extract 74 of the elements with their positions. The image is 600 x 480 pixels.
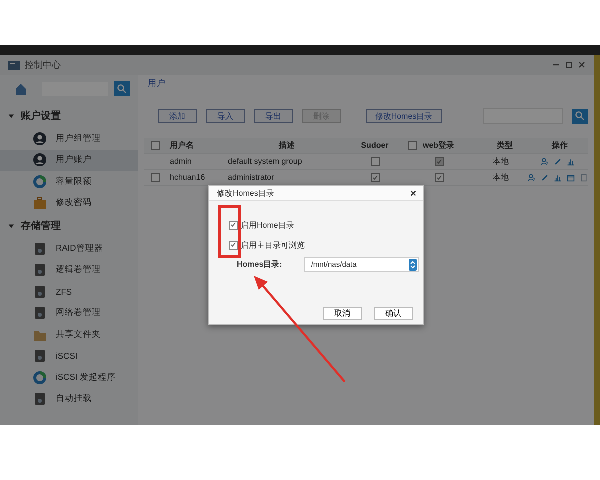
user-icon[interactable] [541, 158, 549, 166]
table-cell: 本地 [493, 156, 509, 167]
checkbox[interactable] [229, 240, 238, 250]
window-title: 控制中心 [25, 58, 61, 72]
bar-chart-icon[interactable] [567, 158, 575, 166]
column-header[interactable]: 用户名 [170, 141, 194, 150]
sidebar-item[interactable]: 用户账户 [0, 150, 138, 171]
table-cell: hchuan16 [170, 173, 206, 182]
checkbox-label[interactable]: 启用主目录可浏览 [241, 240, 305, 250]
home-icon[interactable] [14, 82, 28, 96]
sidebar-item[interactable]: iSCSI [0, 346, 138, 367]
sidebar-item[interactable]: 容量限额 [0, 171, 138, 192]
caret-icon[interactable] [8, 112, 15, 120]
toolbar-button[interactable]: 添加 [158, 109, 197, 123]
checkbox[interactable] [229, 220, 238, 230]
calendar-icon[interactable] [567, 174, 575, 182]
ring-icon [33, 370, 47, 385]
table-cell: admin [170, 157, 192, 166]
field-label: Homes目录: [237, 259, 282, 270]
checkbox[interactable] [150, 173, 160, 182]
dialog-title: 修改Homes目录 [217, 188, 274, 198]
close-icon[interactable] [410, 190, 417, 196]
table-cell: default system group [228, 157, 302, 166]
dialog-button[interactable]: 确认 [374, 307, 413, 320]
search-icon [575, 111, 585, 121]
breadcrumb[interactable]: 用户 [148, 78, 166, 90]
sidebar-item[interactable]: 网络卷管理 [0, 302, 138, 324]
checkbox[interactable] [370, 173, 380, 182]
highlight-rectangle [218, 205, 241, 258]
search-button[interactable] [572, 108, 588, 124]
sidebar-item[interactable]: 逻辑卷管理 [0, 260, 138, 281]
drive-icon [33, 349, 47, 364]
table-cell: administrator [228, 173, 274, 182]
column-header[interactable]: 操作 [552, 140, 568, 151]
column-header[interactable]: 类型 [497, 140, 513, 151]
column-header[interactable]: Sudoer [361, 141, 389, 150]
checkbox[interactable] [150, 141, 160, 150]
sidebar-group[interactable]: 存储管理 [21, 219, 61, 233]
column-header[interactable]: 描述 [279, 140, 295, 151]
user-icon[interactable] [528, 174, 536, 182]
toolbar-button[interactable]: 修改Homes目录 [366, 109, 442, 123]
toolbar-button[interactable]: 导入 [206, 109, 245, 123]
checkbox-label[interactable]: 启用Home目录 [241, 220, 294, 230]
dialog-button[interactable]: 取消 [323, 307, 362, 320]
sidebar-item[interactable]: 用户组管理 [0, 128, 138, 150]
caret-icon[interactable] [8, 222, 15, 230]
sidebar-item[interactable]: iSCSI 发起程序 [0, 367, 138, 388]
user-icon [33, 153, 47, 168]
drive-icon [33, 392, 47, 406]
sidebar-item[interactable]: 自动挂载 [0, 388, 138, 410]
checkbox[interactable] [408, 141, 417, 150]
sidebar-item[interactable]: RAID管理器 [0, 238, 138, 260]
up-down-arrows-icon[interactable] [409, 258, 418, 270]
briefcase-icon [33, 196, 47, 210]
bar-chart-icon[interactable] [554, 174, 562, 182]
drive-icon [33, 306, 47, 320]
sidebar-group[interactable]: 账户设置 [21, 109, 61, 123]
search-button[interactable] [114, 81, 130, 96]
sidebar-item[interactable]: 修改密码 [0, 192, 138, 214]
table-cell: 本地 [493, 172, 509, 183]
maximize-icon[interactable] [565, 61, 573, 69]
column-header[interactable]: web登录 [423, 140, 455, 151]
toolbar-button[interactable]: 导出 [254, 109, 293, 123]
checkbox[interactable] [434, 173, 444, 182]
sidebar-item[interactable]: ZFS [0, 281, 138, 302]
checkbox[interactable] [370, 157, 380, 166]
drive-icon [33, 284, 47, 299]
document-icon[interactable] [580, 174, 588, 182]
ring-icon [33, 174, 47, 189]
app-icon [8, 60, 20, 70]
drive-icon [33, 242, 47, 256]
user-icon [33, 132, 47, 146]
sidebar-item[interactable]: 共享文件夹 [0, 324, 138, 346]
drive-icon [33, 263, 47, 278]
